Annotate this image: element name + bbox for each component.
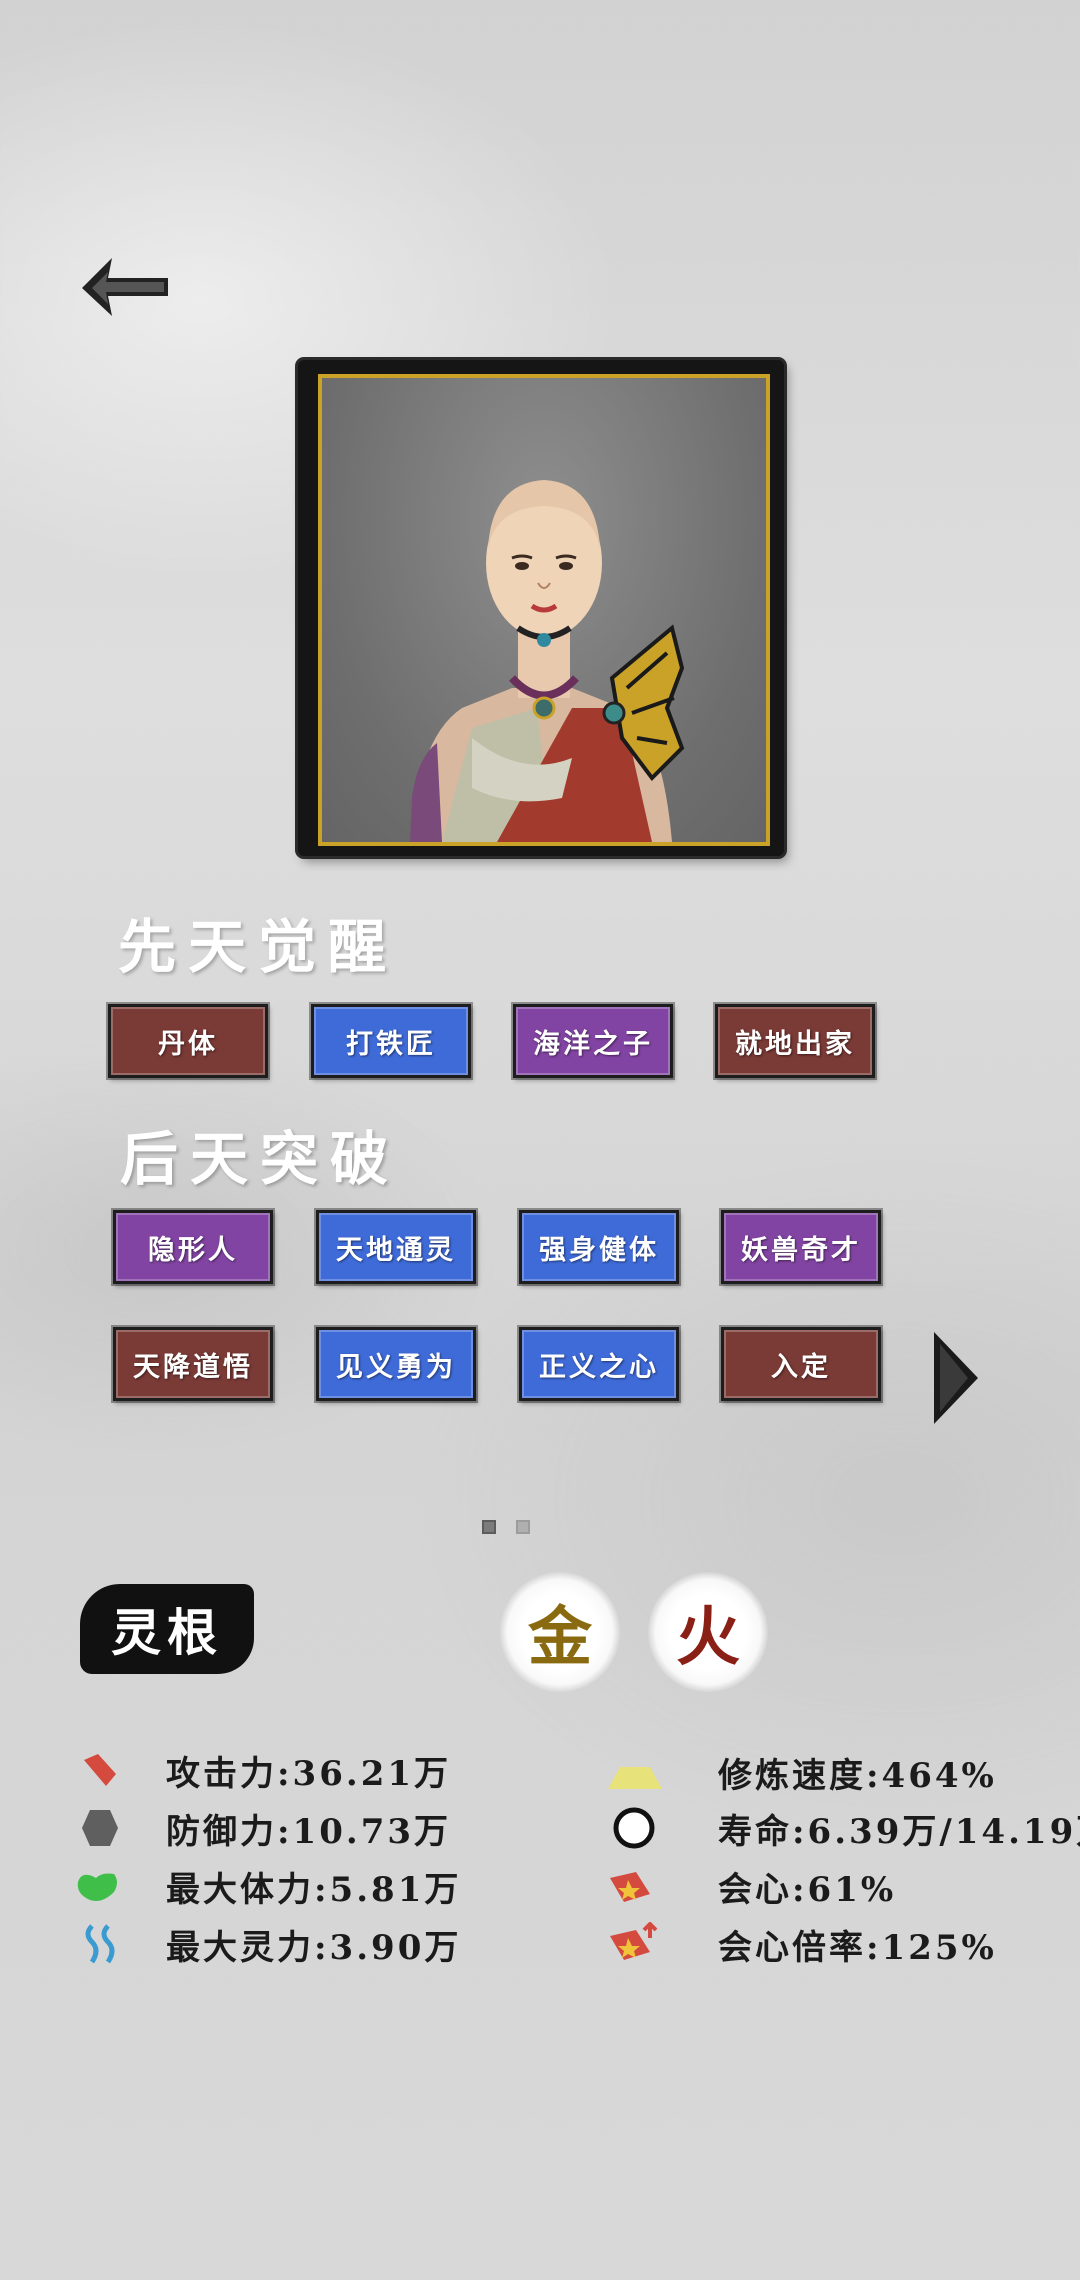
stat-max-health: 最大体力:5.81万	[166, 1870, 462, 1910]
acquired-talent-3[interactable]: 强身健体	[517, 1208, 681, 1286]
next-page-button[interactable]	[932, 1330, 980, 1426]
acquired-breakthrough-title: 后天突破	[120, 1125, 401, 1193]
innate-talent-4[interactable]: 就地出家	[713, 1002, 877, 1080]
back-button[interactable]	[78, 250, 178, 330]
page-indicator-2[interactable]	[516, 1520, 530, 1534]
character-portrait-frame	[298, 360, 784, 856]
element-metal: 金	[500, 1572, 620, 1692]
next-arrow-icon	[934, 1332, 978, 1424]
innate-talent-3[interactable]: 海洋之子	[511, 1002, 675, 1080]
critical-multiplier-icon	[606, 1922, 660, 1966]
innate-talent-1[interactable]: 丹体	[106, 1002, 270, 1080]
stat-critical: 会心:61%	[718, 1870, 897, 1910]
innate-awakening-title: 先天觉醒	[118, 913, 399, 981]
acquired-talent-8[interactable]: 入定	[719, 1325, 883, 1403]
back-arrow-icon	[82, 258, 168, 316]
acquired-talent-1[interactable]: 隐形人	[111, 1208, 275, 1286]
lifespan-icon	[612, 1806, 656, 1850]
stat-lifespan: 寿命:6.39万/14.19万	[718, 1812, 1080, 1852]
stat-max-mana: 最大灵力:3.90万	[166, 1928, 462, 1968]
character-figure	[410, 480, 685, 842]
stat-defense: 防御力:10.73万	[166, 1812, 452, 1852]
page-indicator-1[interactable]	[482, 1520, 496, 1534]
acquired-talent-6[interactable]: 见义勇为	[314, 1325, 478, 1403]
defense-icon	[78, 1806, 122, 1850]
stat-attack: 攻击力:36.21万	[166, 1754, 452, 1794]
cultivation-speed-icon	[606, 1756, 664, 1800]
acquired-talent-5[interactable]: 天降道悟	[111, 1325, 275, 1403]
character-portrait	[318, 374, 770, 846]
acquired-talent-4[interactable]: 妖兽奇才	[719, 1208, 883, 1286]
acquired-talent-7[interactable]: 正义之心	[517, 1325, 681, 1403]
spirit-root-label: 灵根	[80, 1584, 254, 1674]
element-fire: 火	[648, 1572, 768, 1692]
innate-talent-2[interactable]: 打铁匠	[309, 1002, 473, 1080]
critical-icon	[606, 1866, 656, 1910]
health-icon	[76, 1864, 120, 1908]
acquired-talent-2[interactable]: 天地通灵	[314, 1208, 478, 1286]
stat-cultivation-speed: 修炼速度:464%	[718, 1756, 997, 1796]
mana-icon	[80, 1922, 124, 1966]
stat-critical-multiplier: 会心倍率:125%	[718, 1928, 997, 1968]
attack-icon	[78, 1748, 122, 1792]
